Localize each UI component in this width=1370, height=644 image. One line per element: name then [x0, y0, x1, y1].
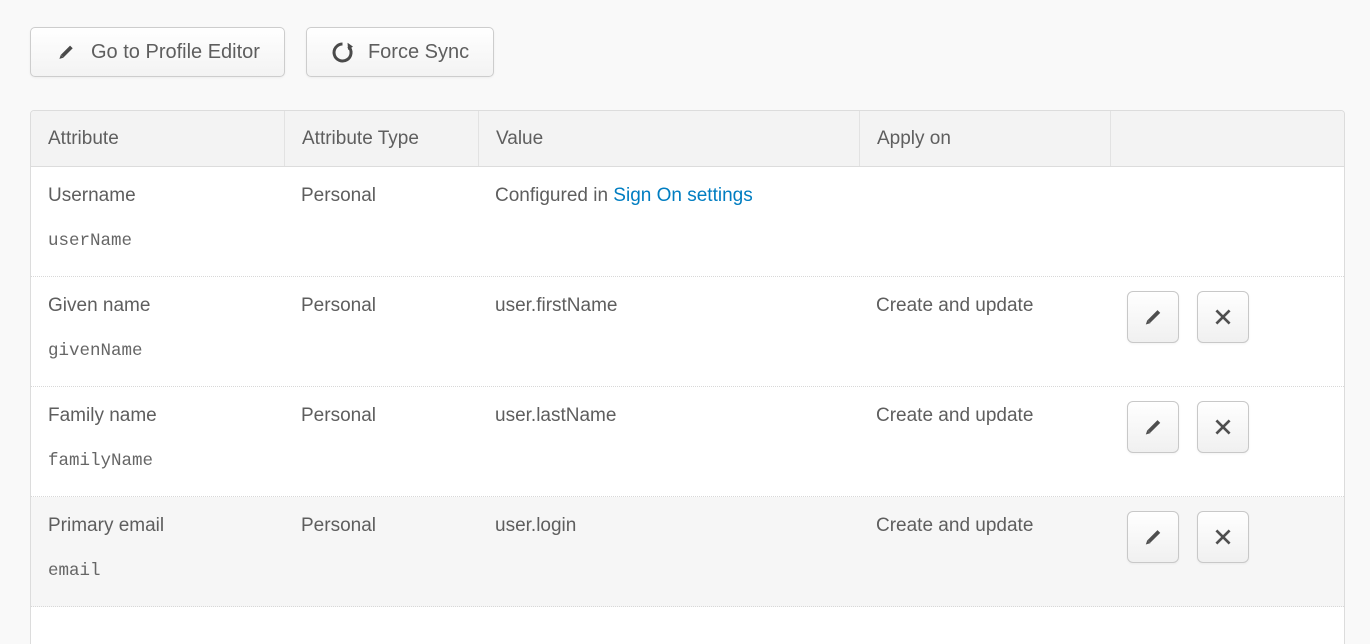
table-row-family-name: Family name familyName Personal user.las… [31, 387, 1344, 497]
table-row-primary-email: Primary email email Personal user.login … [31, 497, 1344, 607]
pencil-icon [55, 41, 77, 63]
edit-mapping-button[interactable] [1127, 401, 1179, 453]
table-row-username: Username userName Personal Configured in… [31, 167, 1344, 277]
attribute-cell: Family name familyName [31, 387, 284, 496]
attribute-type-cell: Personal [284, 167, 478, 276]
pencil-icon [1141, 525, 1165, 549]
table-row-partial [31, 607, 1344, 644]
pencil-icon [1141, 305, 1165, 329]
attribute-label: Username [48, 185, 274, 207]
actions-cell [1110, 387, 1344, 496]
apply-on-cell: Create and update [859, 387, 1110, 496]
attribute-type-cell: Personal [284, 277, 478, 386]
apply-on-cell: Create and update [859, 497, 1110, 606]
x-icon [1211, 415, 1235, 439]
apply-on-cell: Create and update [859, 277, 1110, 386]
attribute-label: Family name [48, 405, 274, 427]
header-value: Value [478, 111, 859, 166]
actions-cell [1110, 277, 1344, 386]
value-cell: user.firstName [478, 277, 859, 386]
header-apply-on: Apply on [859, 111, 1110, 166]
value-cell: Configured in Sign On settings [478, 167, 859, 276]
attribute-cell: Primary email email [31, 497, 284, 606]
apply-on-cell [859, 167, 1110, 276]
force-sync-label: Force Sync [368, 41, 469, 64]
delete-mapping-button[interactable] [1197, 291, 1249, 343]
attribute-type-cell: Personal [284, 387, 478, 496]
go-to-profile-editor-button[interactable]: Go to Profile Editor [30, 27, 285, 77]
header-attribute-type: Attribute Type [284, 111, 478, 166]
actions-cell [1110, 167, 1344, 276]
value-cell: user.login [478, 497, 859, 606]
table-header-row: Attribute Attribute Type Value Apply on [31, 111, 1344, 167]
sign-on-settings-link[interactable]: Sign On settings [613, 185, 752, 206]
x-icon [1211, 305, 1235, 329]
go-to-profile-editor-label: Go to Profile Editor [91, 41, 260, 64]
attribute-variable-name: givenName [48, 340, 274, 362]
attribute-type-cell: Personal [284, 497, 478, 606]
toolbar: Go to Profile Editor Force Sync [30, 27, 494, 77]
attribute-variable-name: familyName [48, 450, 274, 472]
attribute-mappings-table: Attribute Attribute Type Value Apply on … [30, 110, 1345, 644]
force-sync-button[interactable]: Force Sync [306, 27, 494, 77]
delete-mapping-button[interactable] [1197, 401, 1249, 453]
header-actions [1110, 111, 1344, 166]
attribute-variable-name: email [48, 560, 274, 582]
header-attribute: Attribute [31, 111, 284, 166]
delete-mapping-button[interactable] [1197, 511, 1249, 563]
attribute-cell: Given name givenName [31, 277, 284, 386]
attribute-label: Given name [48, 295, 274, 317]
value-prefix-text: Configured in [495, 185, 613, 206]
table-row-given-name: Given name givenName Personal user.first… [31, 277, 1344, 387]
attribute-variable-name: userName [48, 230, 274, 252]
edit-mapping-button[interactable] [1127, 291, 1179, 343]
edit-mapping-button[interactable] [1127, 511, 1179, 563]
x-icon [1211, 525, 1235, 549]
sync-icon [331, 41, 354, 64]
attribute-label: Primary email [48, 515, 274, 537]
actions-cell [1110, 497, 1344, 606]
attribute-cell: Username userName [31, 167, 284, 276]
value-cell: user.lastName [478, 387, 859, 496]
pencil-icon [1141, 415, 1165, 439]
